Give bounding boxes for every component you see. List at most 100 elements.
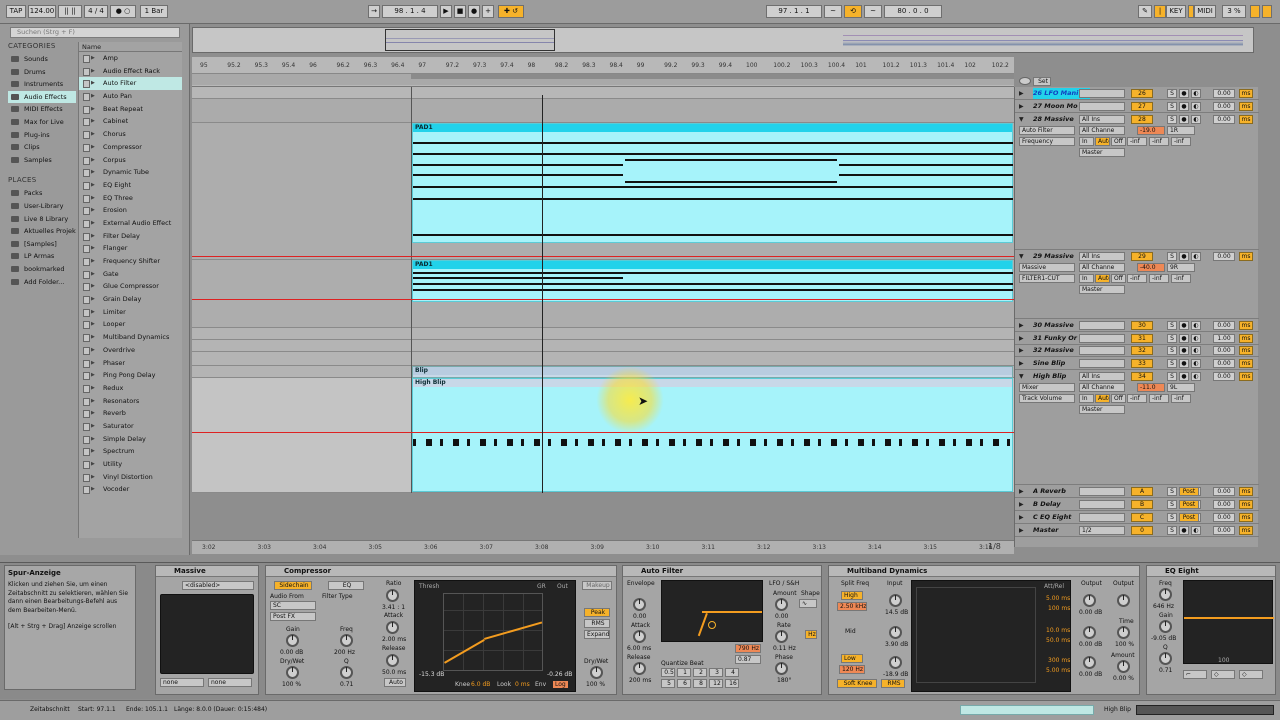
browser-item[interactable]: EQ Eight (79, 179, 182, 192)
automation-device-select[interactable]: Mixer (1019, 383, 1075, 392)
track-delay-unit[interactable]: ms (1239, 252, 1253, 261)
track-activator[interactable]: 28 (1131, 115, 1153, 124)
browser-item[interactable]: Filter Delay (79, 230, 182, 243)
track-activator[interactable]: 32 (1131, 346, 1153, 355)
device-massive[interactable]: Massive <disabled> none none (155, 565, 259, 695)
track-volume[interactable]: 0.00 (1213, 513, 1235, 522)
pan-knob-icon[interactable]: ◐ (1191, 372, 1201, 381)
pan-knob-icon[interactable]: ◐ (1191, 89, 1201, 98)
track-volume[interactable]: 0.00 (1213, 487, 1235, 496)
high-band-button[interactable]: High (841, 591, 863, 600)
track-volume[interactable]: 0.00 (1213, 89, 1235, 98)
arrangement-overview[interactable] (192, 27, 1254, 53)
category-item[interactable]: Audio Effects (8, 90, 76, 104)
midi-note[interactable] (413, 186, 1013, 188)
lfo-amount-knob[interactable] (775, 598, 788, 611)
draw-mode-icon[interactable]: ✎ (1138, 5, 1152, 18)
send-value[interactable]: -inf (1149, 394, 1169, 403)
time-value-5[interactable]: 300 ms (1048, 657, 1070, 664)
track-delay-unit[interactable]: ms (1239, 346, 1253, 355)
pan-value[interactable]: 9R (1167, 263, 1195, 272)
category-item[interactable]: Clips (8, 141, 76, 154)
lfo-shape-select[interactable]: ∿ (799, 599, 817, 608)
automation-line[interactable] (192, 432, 1014, 433)
tempo-field[interactable]: 124.00 (28, 5, 56, 18)
fold-icon[interactable]: ▶ (1019, 514, 1024, 521)
midi-note[interactable] (413, 289, 1013, 291)
post-button[interactable]: Post (1179, 487, 1199, 496)
monitor-auto-button[interactable]: Auto (1095, 394, 1110, 403)
lane-31[interactable] (192, 340, 1014, 352)
track-activator[interactable]: 26 (1131, 89, 1153, 98)
beat-time-ruler[interactable]: 95 95.2 95.3 95.4 96 96.2 96.3 96.4 97 97.2 97.3 97… (192, 57, 1014, 87)
name-column-header[interactable]: Name (79, 42, 182, 52)
place-item[interactable]: User-Library (8, 200, 76, 213)
ratio-knob[interactable] (386, 589, 399, 602)
macro-none-2[interactable]: none (208, 678, 252, 687)
track-volume[interactable]: 0.00 (1213, 321, 1235, 330)
track-header[interactable]: ▶ Master 0 S ● ◐ 1/2 0.00 ms (1015, 524, 1259, 537)
browser-item[interactable]: EQ Three (79, 192, 182, 205)
midi-note[interactable] (413, 198, 1013, 200)
arm-button[interactable]: ● (1179, 334, 1189, 343)
clip-slot-bar[interactable] (1079, 487, 1125, 496)
track-header[interactable]: ▶ Sine Blip 33 S ● ◐ 0.00 ms (1015, 357, 1259, 370)
arm-button[interactable]: ● (1179, 321, 1189, 330)
q-knob[interactable] (1159, 652, 1172, 665)
solo-button[interactable]: S (1167, 487, 1177, 496)
arrangement-view[interactable]: PAD1 PAD1 Blip High Blip (192, 87, 1014, 493)
pan-knob-icon[interactable]: ◐ (1191, 321, 1201, 330)
monitor-in-button[interactable]: In (1079, 137, 1094, 146)
key-map-button[interactable]: | (1154, 5, 1166, 18)
song-position[interactable]: 98 . 1 . 4 (382, 5, 438, 18)
track-header[interactable]: ▶ 26 LFO Mani 26 S ● ◐ 0.00 ms (1015, 87, 1259, 100)
track-delay-unit[interactable]: ms (1239, 372, 1253, 381)
clip-high-blip[interactable]: High Blip (412, 378, 1013, 492)
post-fx-select[interactable]: Post FX (270, 612, 316, 621)
browser-item[interactable]: Spectrum (79, 445, 182, 458)
track-header[interactable]: ▶ 32 Massive 32 S ● ◐ 0.00 ms (1015, 344, 1259, 357)
browser-item[interactable]: Flanger (79, 242, 182, 255)
track-delay-unit[interactable]: ms (1239, 487, 1253, 496)
loop-brace[interactable] (411, 74, 1014, 79)
automation-param-select[interactable]: Track Volume (1019, 394, 1075, 403)
auto-release-button[interactable]: Auto (384, 678, 406, 687)
track-activator[interactable]: 30 (1131, 321, 1153, 330)
solo-button[interactable]: S (1167, 500, 1177, 509)
send-value[interactable]: -inf (1127, 394, 1147, 403)
settings-icon[interactable] (1019, 77, 1031, 85)
output-select[interactable]: Master (1079, 405, 1125, 414)
browser-item[interactable]: External Audio Effect (79, 217, 182, 230)
compressor-display[interactable]: Thresh GR Out -15.3 dB -0.26 dB Knee 6.0… (414, 580, 576, 692)
pan-knob-icon[interactable]: ◐ (1191, 252, 1201, 261)
browser-item[interactable]: Erosion (79, 204, 182, 217)
browser-item[interactable]: Amp (79, 52, 182, 65)
rms-button[interactable]: RMS (584, 619, 610, 628)
track-activator[interactable]: 29 (1131, 252, 1153, 261)
browser-item[interactable]: Grain Delay (79, 293, 182, 306)
overdub-button[interactable]: + (482, 5, 494, 18)
track-activator[interactable]: 33 (1131, 359, 1153, 368)
post-button[interactable]: Post (1179, 513, 1199, 522)
freq-knob[interactable] (340, 634, 353, 647)
input-channel-select[interactable]: All Channe (1079, 263, 1125, 272)
quantize-step-button[interactable]: 8 (693, 679, 707, 688)
high-split-value[interactable]: 2.50 kHz (837, 602, 867, 611)
solo-button[interactable]: S (1167, 359, 1177, 368)
lfo-rate-knob[interactable] (775, 630, 788, 643)
track-activator[interactable]: 31 (1131, 334, 1153, 343)
clip-slot-bar[interactable] (1079, 500, 1125, 509)
quantize-step-button[interactable]: 5 (661, 679, 675, 688)
browser-item[interactable]: Limiter (79, 306, 182, 319)
quantize-step-button[interactable]: 1 (677, 668, 691, 677)
lane-32[interactable] (192, 352, 1014, 366)
release-knob[interactable] (386, 654, 399, 667)
place-item[interactable]: Packs (8, 187, 76, 200)
macro-none-1[interactable]: none (160, 678, 204, 687)
browser-item[interactable]: Gate (79, 268, 182, 281)
track-activator[interactable]: 27 (1131, 102, 1153, 111)
monitor-in-button[interactable]: In (1079, 274, 1094, 283)
quantize-menu[interactable]: 1 Bar (140, 5, 168, 18)
key-button[interactable]: KEY (1166, 5, 1186, 18)
input-type-select[interactable]: All Ins (1079, 252, 1125, 261)
